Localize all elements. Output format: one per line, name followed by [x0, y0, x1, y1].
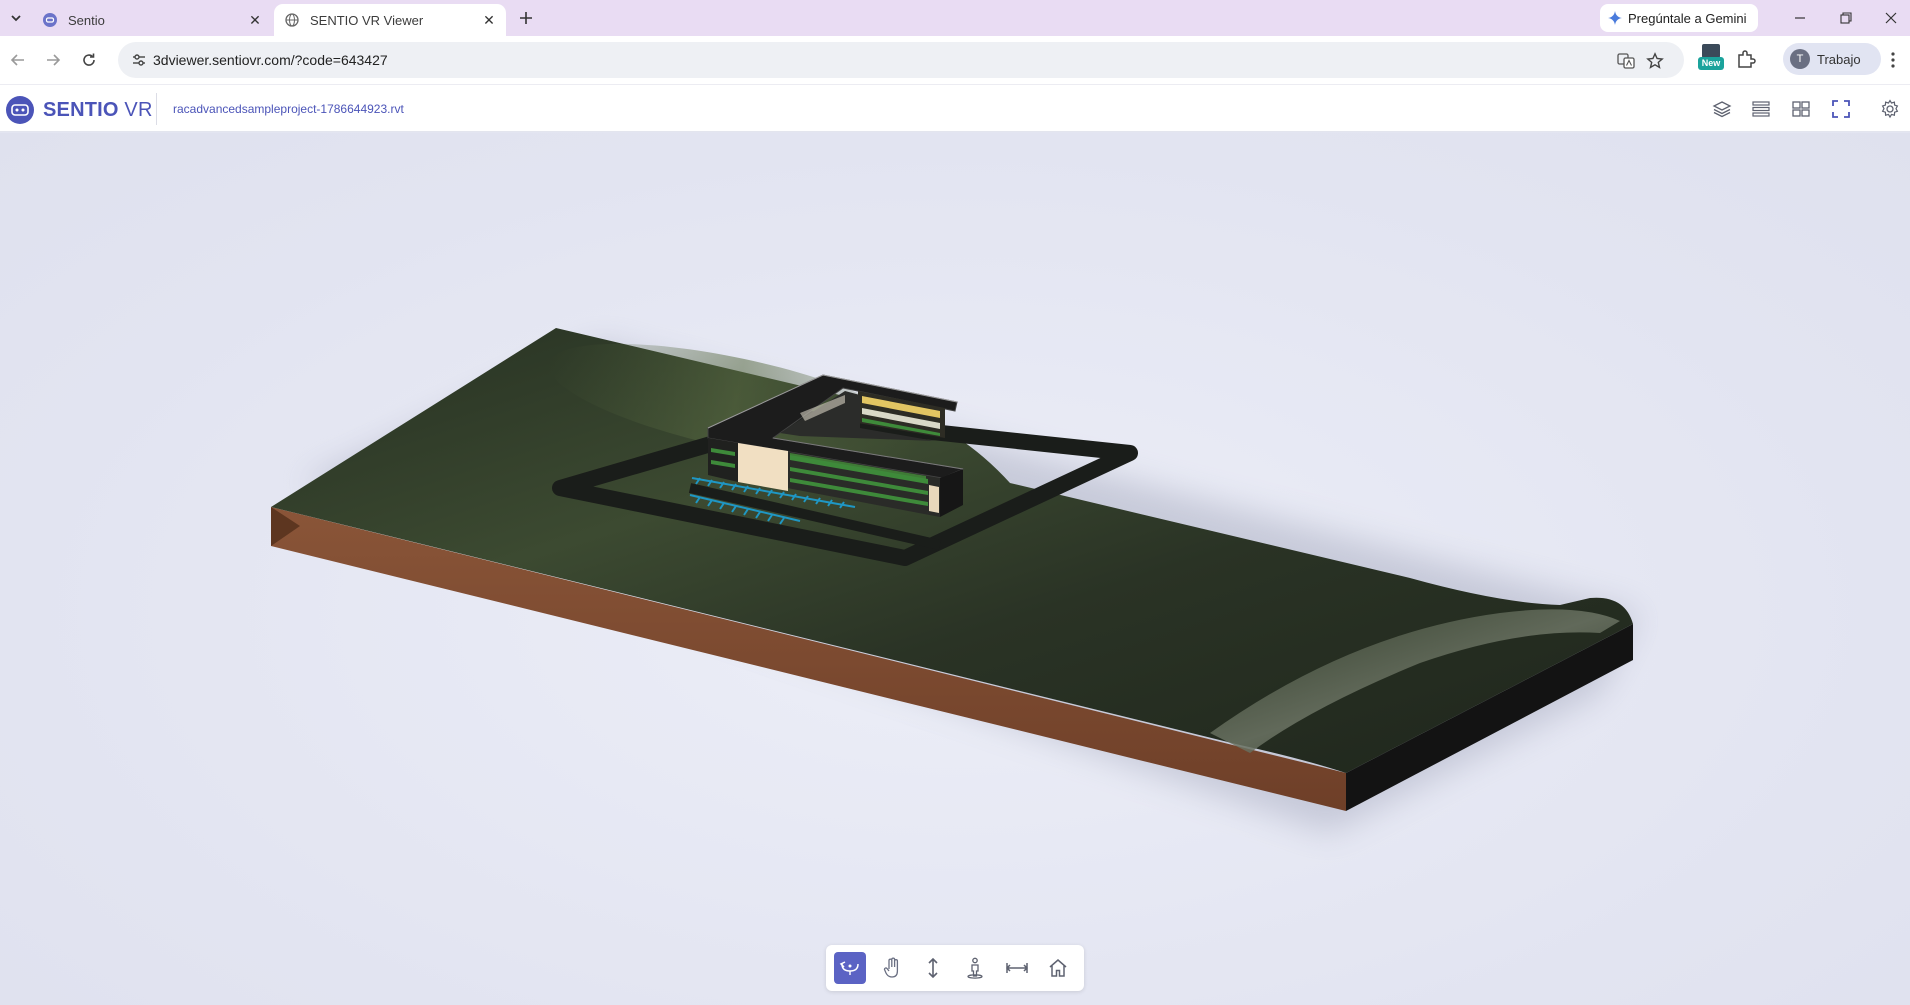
- gemini-label: Pregúntale a Gemini: [1628, 10, 1747, 26]
- arrow-left-icon: [10, 54, 24, 66]
- settings-icon: [1881, 99, 1899, 119]
- extension-icon: [1702, 44, 1720, 58]
- app-header: SENTIO VR racadvancedsampleproject-17866…: [0, 84, 1910, 132]
- sentio-logo-icon: [6, 96, 34, 124]
- home-view-button[interactable]: [1042, 952, 1074, 984]
- close-tab-icon[interactable]: ✕: [244, 9, 266, 31]
- reload-icon: [83, 53, 95, 66]
- orbit-icon: [839, 961, 859, 975]
- profile-name: Trabajo: [1817, 51, 1861, 67]
- hand-icon: [883, 957, 898, 978]
- restore-icon: [1840, 12, 1852, 24]
- chevron-down-icon: [11, 15, 21, 22]
- avatar: T: [1790, 49, 1810, 69]
- more-vertical-icon: [1891, 52, 1895, 68]
- close-icon: [1885, 12, 1897, 24]
- brand-name: SENTIO VR: [43, 99, 153, 122]
- forward-button[interactable]: [41, 48, 65, 72]
- vertical-arrows-icon: [928, 957, 938, 979]
- layers-icon: [1712, 101, 1732, 118]
- browser-menu-button[interactable]: [1883, 48, 1903, 72]
- sentio-icon: [42, 12, 58, 28]
- brand-light: VR: [118, 98, 153, 121]
- layers-button[interactable]: [1710, 97, 1734, 121]
- profile-button[interactable]: T Trabajo: [1783, 43, 1881, 75]
- walk-tool-button[interactable]: [959, 952, 991, 984]
- orbit-tool-button[interactable]: [834, 952, 866, 984]
- reload-button[interactable]: [77, 48, 101, 72]
- minimize-icon: [1795, 17, 1805, 19]
- fullscreen-button[interactable]: [1829, 97, 1853, 121]
- url-text[interactable]: 3dviewer.sentiovr.com/?code=643427: [153, 52, 388, 68]
- list-icon: [1752, 101, 1770, 117]
- tab-title: Sentio: [68, 12, 105, 28]
- arrow-right-icon: [47, 54, 61, 66]
- new-badge: New: [1698, 57, 1724, 70]
- close-tab-icon[interactable]: ✕: [478, 9, 500, 31]
- home-icon: [1049, 959, 1067, 977]
- puzzle-icon: [1738, 50, 1756, 68]
- plus-icon: [520, 12, 532, 24]
- close-window-button[interactable]: [1878, 5, 1904, 31]
- model-file-name: racadvancedsampleproject-1786644923.rvt: [173, 102, 404, 116]
- fullscreen-icon: [1832, 100, 1850, 118]
- back-button[interactable]: [6, 48, 30, 72]
- header-divider: [156, 93, 157, 125]
- measure-tool-button[interactable]: [1001, 952, 1033, 984]
- measure-icon: [1005, 963, 1028, 973]
- tab-search-button[interactable]: [4, 6, 28, 30]
- browser-toolbar: 3dviewer.sentiovr.com/?code=643427 New T…: [0, 36, 1910, 84]
- list-view-button[interactable]: [1749, 97, 1773, 121]
- restore-button[interactable]: [1833, 5, 1859, 31]
- brand-bold: SENTIO: [43, 98, 119, 121]
- sentio-vr-logo[interactable]: SENTIO VR: [6, 96, 153, 124]
- extension-new-button[interactable]: New: [1698, 42, 1724, 76]
- person-icon: [967, 957, 983, 979]
- browser-tab-strip: Sentio ✕ SENTIO VR Viewer ✕ Pregúntale a…: [0, 0, 1910, 36]
- globe-icon: [284, 12, 300, 28]
- tab-sentio[interactable]: Sentio ✕: [32, 4, 272, 36]
- new-tab-button[interactable]: [515, 7, 537, 29]
- 3d-model-scene[interactable]: [0, 133, 1910, 1005]
- translate-icon[interactable]: [1616, 51, 1636, 71]
- grid-view-button[interactable]: [1789, 97, 1813, 121]
- navigation-toolbar: [826, 945, 1084, 991]
- 3d-viewport[interactable]: [0, 133, 1910, 1005]
- tab-sentio-vr-viewer[interactable]: SENTIO VR Viewer ✕: [274, 4, 506, 36]
- grid-icon: [1792, 101, 1810, 117]
- bookmark-star-icon[interactable]: [1645, 51, 1665, 71]
- settings-button[interactable]: [1878, 97, 1902, 121]
- minimize-button[interactable]: [1787, 5, 1813, 31]
- gemini-sparkle-icon: [1608, 11, 1622, 25]
- gemini-button[interactable]: Pregúntale a Gemini: [1600, 4, 1758, 32]
- site-settings-icon[interactable]: [130, 51, 148, 69]
- pan-tool-button[interactable]: [876, 952, 908, 984]
- extensions-button[interactable]: [1735, 48, 1759, 72]
- tab-title: SENTIO VR Viewer: [310, 12, 424, 28]
- address-bar[interactable]: 3dviewer.sentiovr.com/?code=643427: [118, 42, 1684, 78]
- vertical-move-tool-button[interactable]: [917, 952, 949, 984]
